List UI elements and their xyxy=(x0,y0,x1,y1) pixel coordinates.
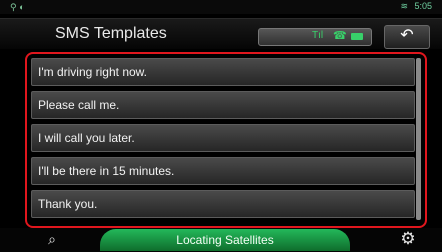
list-item[interactable]: I'll be there in 15 minutes. xyxy=(31,157,415,185)
gear-icon: ⚙ xyxy=(400,229,416,248)
back-button[interactable]: ↶ xyxy=(384,25,430,49)
clock: 5:05 xyxy=(414,1,432,11)
back-arrow-icon: ↶ xyxy=(400,27,414,44)
scrollbar[interactable] xyxy=(416,58,421,220)
handset-icon: ☎ xyxy=(333,30,347,42)
list-item[interactable]: Please call me. xyxy=(31,91,415,119)
bottom-bar: ⌕ Locating Satellites ⚙ xyxy=(0,228,442,252)
settings-button[interactable]: ⚙ xyxy=(391,228,425,250)
status-left-icons: ⚲ ◐ xyxy=(10,2,25,12)
phone-status-panel: Tıl ☎ xyxy=(258,28,372,46)
template-list: I'm driving right now. Please call me. I… xyxy=(25,52,427,228)
wifi-icon: ≋ xyxy=(400,1,408,11)
search-button[interactable]: ⌕ xyxy=(34,229,70,249)
header-bar: SMS Templates Tıl ☎ ↶ xyxy=(0,18,442,49)
page-title: SMS Templates xyxy=(55,25,167,42)
list-item[interactable]: I'm driving right now. xyxy=(31,58,415,86)
battery-icon xyxy=(351,33,363,40)
status-bar: ⚲ ◐ ≋ 5:05 xyxy=(0,0,442,14)
navigation-status[interactable]: Locating Satellites xyxy=(100,229,350,251)
signal-icon: Tıl xyxy=(312,30,324,41)
search-icon: ⌕ xyxy=(48,231,56,247)
list-item[interactable]: I will call you later. xyxy=(31,124,415,152)
list-item[interactable]: Thank you. xyxy=(31,190,415,218)
